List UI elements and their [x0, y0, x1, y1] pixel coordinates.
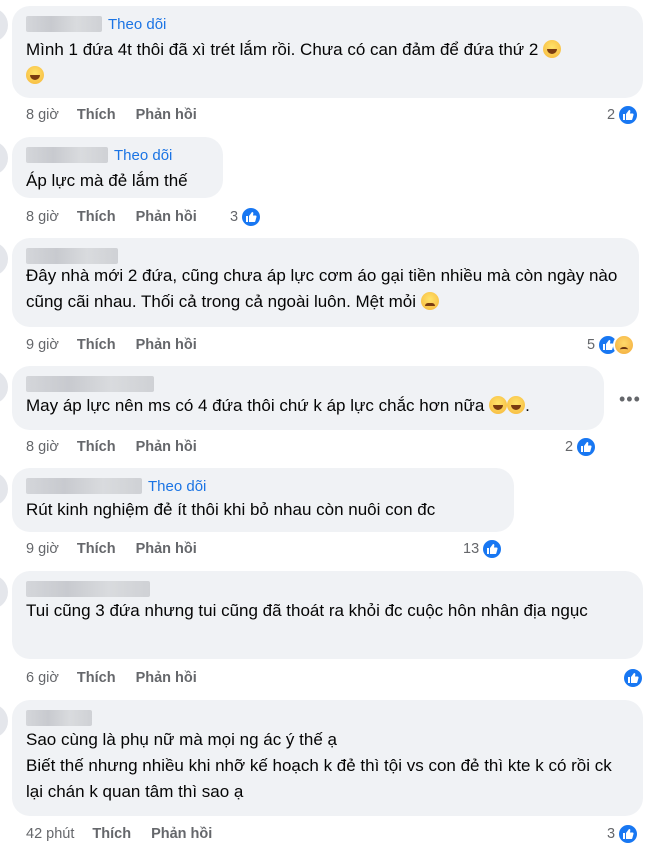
avatar[interactable]: [0, 472, 8, 506]
like-icon: [240, 206, 263, 228]
author-name[interactable]: [26, 581, 150, 597]
like-icon: [481, 538, 504, 560]
comment-bubble: Tui cũng 3 đứa nhưng tui cũng đã thoát r…: [12, 571, 643, 659]
comment-text: May áp lực nên ms có 4 đứa thôi chứ k áp…: [26, 396, 485, 415]
comment-time[interactable]: 9 giờ: [26, 541, 59, 557]
laughing-emoji-icon: [489, 396, 508, 414]
like-button[interactable]: Thích: [92, 826, 131, 842]
reaction-summary[interactable]: [620, 667, 644, 689]
comment-text: Tui cũng 3 đứa nhưng tui cũng đã thoát r…: [26, 601, 588, 620]
like-button[interactable]: Thích: [77, 670, 116, 686]
avatar[interactable]: [0, 8, 8, 42]
like-button[interactable]: Thích: [77, 439, 116, 455]
reply-button[interactable]: Phản hồi: [136, 439, 197, 455]
reply-button[interactable]: Phản hồi: [136, 541, 197, 557]
reaction-count: 5: [587, 337, 596, 353]
tired-emoji-icon: [420, 292, 439, 310]
comment-time[interactable]: 8 giờ: [26, 209, 59, 225]
like-icon: [617, 823, 640, 845]
like-icon: [622, 667, 644, 689]
reply-button[interactable]: Phản hồi: [151, 826, 212, 842]
more-options-icon[interactable]: •••: [619, 389, 641, 410]
comment-text: Đây nhà mới 2 đứa, cũng chưa áp lực cơm …: [26, 266, 623, 311]
like-icon: [617, 104, 640, 126]
reaction-count: 13: [463, 541, 480, 557]
avatar[interactable]: [0, 370, 8, 404]
laughing-emoji-icon: [507, 396, 526, 414]
avatar[interactable]: [0, 141, 8, 175]
reaction-summary[interactable]: 2: [607, 104, 640, 126]
author-name[interactable]: [26, 478, 142, 494]
comment-time[interactable]: 6 giờ: [26, 670, 59, 686]
author-name[interactable]: [26, 147, 108, 163]
reply-button[interactable]: Phản hồi: [136, 107, 197, 123]
reply-button[interactable]: Phản hồi: [136, 209, 197, 225]
author-name[interactable]: [26, 376, 154, 392]
comment-text: Áp lực mà đẻ lắm thế: [26, 171, 188, 190]
like-button[interactable]: Thích: [77, 337, 116, 353]
comment-time[interactable]: 9 giờ: [26, 337, 59, 353]
like-icon: [575, 436, 598, 458]
comment-text: Mình 1 đứa 4t thôi đã xì trét lắm rồi. C…: [26, 40, 539, 59]
sad-reaction-icon: [613, 334, 636, 356]
follow-button[interactable]: Theo dõi: [148, 478, 206, 495]
comment-bubble: Theo dõi Rút kinh nghiệm đẻ ít thôi khi …: [12, 468, 514, 532]
follow-button[interactable]: Theo dõi: [108, 16, 166, 33]
avatar[interactable]: [0, 704, 8, 738]
reaction-count: 2: [565, 439, 574, 455]
author-name[interactable]: [26, 710, 92, 726]
reaction-count: 3: [230, 209, 239, 225]
avatar[interactable]: [0, 575, 8, 609]
reaction-count: 3: [607, 826, 616, 842]
comment-bubble: Theo dõi Áp lực mà đẻ lắm thế: [12, 137, 223, 198]
comment-time[interactable]: 42 phút: [26, 826, 74, 842]
like-button[interactable]: Thích: [77, 209, 116, 225]
comment-bubble: Theo dõi Mình 1 đứa 4t thôi đã xì trét l…: [12, 6, 643, 98]
follow-button[interactable]: Theo dõi: [114, 147, 172, 164]
author-name[interactable]: [26, 16, 102, 32]
laughing-emoji-icon: [543, 40, 562, 58]
avatar[interactable]: [0, 242, 8, 276]
comment-time[interactable]: 8 giờ: [26, 107, 59, 123]
reply-button[interactable]: Phản hồi: [136, 337, 197, 353]
reaction-count: 2: [607, 107, 616, 123]
comment-text: Rút kinh nghiệm đẻ ít thôi khi bỏ nhau c…: [26, 500, 436, 519]
comment-bubble: Đây nhà mới 2 đứa, cũng chưa áp lực cơm …: [12, 238, 639, 327]
reply-button[interactable]: Phản hồi: [136, 670, 197, 686]
comment-time[interactable]: 8 giờ: [26, 439, 59, 455]
author-name[interactable]: [26, 248, 118, 264]
comment-text-suffix: .: [525, 396, 530, 415]
reaction-summary[interactable]: 3: [607, 823, 640, 845]
reaction-summary[interactable]: 3: [230, 206, 263, 228]
reaction-summary[interactable]: 5: [587, 334, 636, 356]
like-button[interactable]: Thích: [77, 541, 116, 557]
like-button[interactable]: Thích: [77, 107, 116, 123]
reaction-summary[interactable]: 2: [565, 436, 598, 458]
comment-bubble: Sao cùng là phụ nữ mà mọi ng ác ý thế ạ …: [12, 700, 643, 816]
reaction-summary[interactable]: 13: [463, 538, 504, 560]
comment-text: Sao cùng là phụ nữ mà mọi ng ác ý thế ạ …: [26, 730, 612, 801]
comment-bubble: May áp lực nên ms có 4 đứa thôi chứ k áp…: [12, 366, 604, 430]
laughing-emoji-icon: [26, 66, 44, 84]
